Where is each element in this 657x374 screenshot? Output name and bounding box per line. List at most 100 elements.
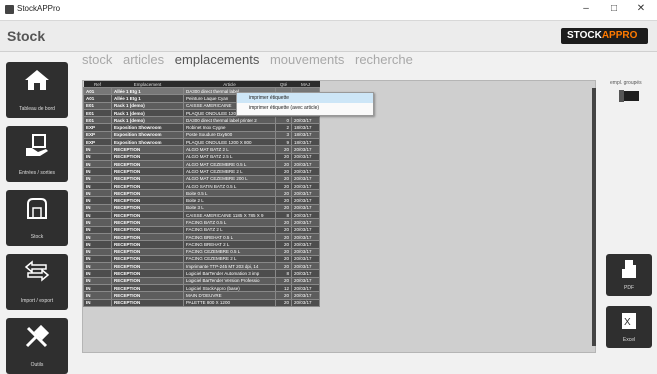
- table-row[interactable]: IN RECEPTION FACING BATZ 0.5 L 20 20/03/17: [83, 218, 320, 227]
- cell-article: Logiciel StockAppro (base): [183, 283, 276, 293]
- tab-emplacements[interactable]: emplacements: [175, 52, 260, 67]
- table-row[interactable]: IN RECEPTION Boite 0.5 L 20 20/03/17: [83, 189, 320, 198]
- table-row[interactable]: IN RECEPTION Logiciel StockAppro (base) 12 2…: [83, 283, 320, 293]
- toggle-knob[interactable]: [619, 90, 624, 102]
- menu-item-print-label[interactable]: imprimer étiquette: [237, 93, 373, 103]
- svg-text:X: X: [624, 317, 631, 328]
- table-row[interactable]: IN RECEPTION Logiciel BarTender Automation…: [83, 269, 320, 278]
- cell-ref: A01: [83, 94, 112, 103]
- cell-ref: IN: [83, 167, 112, 176]
- cell-qty: 8: [275, 211, 292, 220]
- cell-location: RECEPTION: [111, 262, 184, 271]
- cell-qty: 20: [275, 232, 292, 242]
- table-row[interactable]: E01 Rack 1 (demo) DA300 direct thermal lab…: [83, 116, 320, 125]
- table-scrollbar[interactable]: [592, 88, 596, 346]
- table-row[interactable]: IN RECEPTION Boite 3 L 20 20/03/17: [83, 203, 320, 213]
- table-row[interactable]: IN RECEPTION ALGO MAT CEZEMBRE 200 L 20 20/0…: [83, 174, 320, 183]
- cell-qty: 12: [275, 283, 292, 293]
- sidebar-item-entries[interactable]: Entrées / sorties: [6, 126, 68, 182]
- brand-logo: STOCKAPPRO: [561, 28, 648, 44]
- cell-ref: E01: [83, 108, 112, 118]
- cell-ref: IN: [83, 298, 112, 307]
- sidebar-item-label: Import / export: [20, 298, 54, 304]
- cell-updated: 18/03/17: [291, 130, 320, 140]
- cell-location: RECEPTION: [111, 196, 184, 205]
- table-row[interactable]: EXP Exposition Showroom PLAQUE ONDULEE 120…: [83, 138, 320, 147]
- sidebar-item-label: Entrées / sorties: [18, 170, 56, 176]
- export-excel-button[interactable]: X Excel: [606, 306, 652, 348]
- cell-ref: IN: [83, 211, 112, 220]
- cell-location: RECEPTION: [111, 159, 184, 169]
- minimize-button[interactable]: –: [573, 2, 599, 16]
- cell-ref: IN: [83, 240, 112, 249]
- cell-qty: 2: [275, 123, 292, 132]
- cell-location: RECEPTION: [111, 167, 184, 176]
- cell-location: RECEPTION: [111, 283, 184, 293]
- cell-qty: 20: [275, 225, 292, 234]
- cell-qty: 20: [275, 152, 292, 161]
- cell-ref: IN: [83, 291, 112, 300]
- title-bar: StockAPPro – □ ✕: [0, 0, 657, 21]
- table-row[interactable]: IN RECEPTION ALGO MAT CEZEMBRE 0.5 L 20 20/0…: [83, 159, 320, 169]
- table-row[interactable]: IN RECEPTION MAIN D'OEUVRE 20 20/03/17: [83, 291, 320, 300]
- table-row[interactable]: IN RECEPTION FACING BREHAT 2 L 20 20/03/17: [83, 240, 320, 249]
- sidebar-item-tools[interactable]: Outils: [6, 318, 68, 374]
- tab-stock[interactable]: stock: [82, 52, 112, 67]
- close-button[interactable]: ✕: [628, 2, 654, 16]
- menu-item-print-label-with-article[interactable]: imprimer étiquette (avec article): [237, 103, 373, 113]
- cell-qty: 20: [275, 218, 292, 227]
- cell-article: Logiciel BarTender Version Professio: [183, 276, 276, 286]
- cell-qty: 9: [275, 138, 292, 147]
- cell-qty: 20: [275, 262, 292, 271]
- table-row[interactable]: IN RECEPTION FACING CEZEMBRE 0.5 L 20 20/03/…: [83, 247, 320, 256]
- table-row[interactable]: IN RECEPTION ALGO SATIN BATZ 0.5 L 20 20/03/…: [83, 181, 320, 191]
- cell-qty: 20: [275, 189, 292, 198]
- cell-article: PLAQUE ONDULEE 1200 X 800: [183, 138, 276, 147]
- table-row[interactable]: IN RECEPTION FACING BATZ 2 L 20 20/03/17: [83, 225, 320, 234]
- table-row[interactable]: IN RECEPTION Imprimante TTP-245 MT 203 dpi…: [83, 262, 320, 271]
- table-row[interactable]: EXP Exposition Showroom Poste Soudure Dxy5…: [83, 130, 320, 140]
- maximize-button[interactable]: □: [601, 2, 627, 16]
- table-row[interactable]: IN RECEPTION ALGO MAT BATZ 2 L 20 20/03/17: [83, 145, 320, 154]
- cell-article: ALGO MAT BATZ 2.5 L: [183, 152, 276, 161]
- cell-ref: IN: [83, 203, 112, 213]
- table-row[interactable]: IN RECEPTION PALETTE 800 X 1200 20 20/03/17: [83, 298, 320, 307]
- cell-article: ALGO MAT CEZEMBRE 0.5 L: [183, 159, 276, 169]
- pdf-label: PDF: [624, 285, 634, 291]
- cell-qty: 20: [275, 167, 292, 176]
- cell-location: RECEPTION: [111, 181, 184, 191]
- table-row[interactable]: IN RECEPTION FACING BREHAT 0.5 L 20 20/03/17: [83, 232, 320, 242]
- cell-updated: 20/03/17: [291, 247, 320, 256]
- cell-qty: 20: [275, 159, 292, 169]
- sidebar-item-stock[interactable]: Stock: [6, 190, 68, 246]
- table-row[interactable]: IN RECEPTION CAISSE AMERICAINE 1185 X 785 …: [83, 211, 320, 220]
- cell-article: CAISSE AMERICAINE 1185 X 785 X 9: [183, 211, 276, 220]
- table-row[interactable]: IN RECEPTION Logiciel BarTender Version Pr…: [83, 276, 320, 286]
- cell-ref: IN: [83, 283, 112, 293]
- sidebar-item-import-export[interactable]: Import / export: [6, 254, 68, 310]
- table-row[interactable]: EXP Exposition Showroom Robinet Inox Cygne…: [83, 123, 320, 132]
- grouped-locations-label: empl. groupés: [610, 80, 642, 86]
- tab-bar: stock articles emplacements mouvements r…: [82, 52, 420, 74]
- cell-updated: 20/03/17: [291, 240, 320, 249]
- table-row[interactable]: IN RECEPTION ALGO MAT BATZ 2.5 L 20 20/03/17: [83, 152, 320, 161]
- table-row[interactable]: IN RECEPTION ALGO MAT CEZEMBRE 2 L 20 20/03/…: [83, 167, 320, 176]
- cell-ref: IN: [83, 262, 112, 271]
- grouped-locations-toggle[interactable]: [619, 90, 639, 102]
- table-row[interactable]: IN RECEPTION Boite 2 L 20 20/03/17: [83, 196, 320, 205]
- cell-location: RECEPTION: [111, 203, 184, 213]
- tab-articles[interactable]: articles: [123, 52, 164, 67]
- cell-qty: 20: [275, 247, 292, 256]
- sidebar-item-dashboard[interactable]: Tableau de bord: [6, 62, 68, 118]
- tab-recherche[interactable]: recherche: [355, 52, 413, 67]
- cell-location: Exposition Showroom: [111, 138, 184, 147]
- cell-article: FACING CEZEMBRE 0.5 L: [183, 247, 276, 256]
- tab-mouvements[interactable]: mouvements: [270, 52, 344, 67]
- cell-ref: EXP: [83, 138, 112, 147]
- cell-ref: IN: [83, 145, 112, 154]
- table-row[interactable]: IN RECEPTION FACING CEZEMBRE 2 L 20 20/03/17: [83, 254, 320, 264]
- cell-location: Rack 1 (demo): [111, 108, 184, 118]
- cell-updated: 20/03/17: [291, 225, 320, 234]
- cell-location: RECEPTION: [111, 276, 184, 286]
- export-pdf-button[interactable]: PDF: [606, 254, 652, 296]
